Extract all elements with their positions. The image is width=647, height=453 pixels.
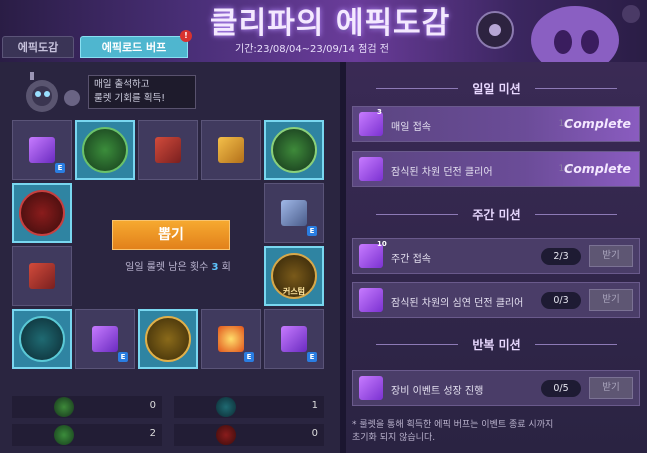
receive-button[interactable]: 받기 [589,289,633,311]
stat-value: 0 [311,428,318,439]
gold-cube-icon [218,137,244,163]
roulette-cell[interactable] [138,120,198,180]
note-line-2: 초기화 되지 않습니다. [352,433,436,443]
roulette-cell[interactable] [264,120,324,180]
purple-crystal-icon [359,157,383,181]
mission-progress: 0/3 [541,292,581,309]
roulette-cell[interactable]: E [75,309,135,369]
roulette-board: E E 커스텀 E E E 뽑기 일일 룰렛 남은 횟수 3 회 [12,120,324,372]
epic-badge: E [307,226,317,236]
mission-name: 장비 이벤트 성장 진행 [391,386,484,397]
green-figure-icon [54,425,74,445]
purple-crystal-icon [92,326,118,352]
tooltip-line-1: 매일 출석하고 [94,79,150,90]
remaining-count-text: 일일 룰렛 남은 횟수 3 회 [98,258,258,273]
purple-crystal-icon [359,376,383,400]
mission-name: 주간 접속 [391,254,431,265]
roulette-cell[interactable] [201,120,261,180]
stat-row: 1 [174,396,324,418]
stat-value: 1 [311,400,318,411]
section-weekly: 주간 미션 [346,206,647,223]
roulette-cell[interactable]: E [201,309,261,369]
draw-button[interactable]: 뽑기 [112,220,230,250]
red-sword-emblem-icon [19,190,65,236]
note-line-1: * 룰렛을 통해 획득한 에픽 버프는 이벤트 종료 시까지 [352,420,554,430]
teal-emblem-icon [216,397,236,417]
gold-compass-emblem-icon [145,316,191,362]
stat-value: 2 [149,428,156,439]
mission-row: 잠식된 차원의 심연 던전 클리어 0/3 받기 [352,282,640,318]
stat-row: 0 [12,396,162,418]
receive-button[interactable]: 받기 [589,377,633,399]
remaining-suffix: 회 [221,262,231,273]
remaining-count: 3 [211,262,219,273]
tab-epic-collection[interactable]: 에픽도감 [2,36,74,58]
roulette-cell[interactable] [12,183,72,243]
receive-button[interactable]: 받기 [589,245,633,267]
mission-name: 잠식된 차원 던전 클리어 [391,167,493,178]
green-chevron-emblem-icon [271,127,317,173]
mission-row: 3 매일 접속 1/1 Complete [352,106,640,142]
section-daily: 일일 미션 [346,80,647,97]
stat-value: 0 [149,400,156,411]
remaining-prefix: 일일 룰렛 남은 횟수 [125,262,209,273]
mission-row: 잠식된 차원 던전 클리어 10/ Complete [352,151,640,187]
event-note: * 룰렛을 통해 획득한 에픽 버프는 이벤트 종료 시까지 초기화 되지 않습… [352,419,642,445]
mission-count: 3 [377,108,382,116]
stat-row: 0 [174,424,324,446]
teal-circle-emblem-icon [19,316,65,362]
event-period: 기간:23/08/04~23/09/14 점검 전 [235,44,389,55]
roulette-cell[interactable]: 커스텀 [264,246,324,306]
green-armor-emblem-icon [82,127,128,173]
section-repeat: 반복 미션 [346,336,647,353]
epic-badge: E [244,352,254,362]
tooltip-line-2: 룰렛 기회를 획득! [94,93,166,104]
roulette-cell[interactable] [75,120,135,180]
mission-name: 잠식된 차원의 심연 던전 클리어 [391,298,524,309]
purple-crystal-icon [359,288,383,312]
mascot-illustration-icon [476,5,640,62]
roulette-cell[interactable]: E [12,120,72,180]
treasure-chest-icon [281,200,307,226]
green-emblem-icon [54,397,74,417]
mission-row: 10 주간 접속 2/3 받기 [352,238,640,274]
complete-status: Complete [564,161,631,176]
mission-count: 10 [377,240,387,248]
notification-badge: ! [180,30,192,42]
red-emblem-icon [216,425,236,445]
roulette-cell[interactable] [12,246,72,306]
epic-badge: E [118,352,128,362]
page-title: 클리파의 에픽도감 [210,6,451,41]
hammer-character-icon [155,137,181,163]
fire-burst-icon [218,326,244,352]
hammer-character-icon [29,263,55,289]
roulette-cell[interactable]: E [264,309,324,369]
roulette-center: 뽑기 일일 룰렛 남은 횟수 3 회 [88,184,260,308]
roulette-cell[interactable]: E [264,183,324,243]
epic-badge: E [55,163,65,173]
purple-crystal-icon [29,137,55,163]
mission-progress: 2/3 [541,248,581,265]
custom-emblem-label: 커스텀 [282,287,306,296]
complete-status: Complete [564,116,631,131]
epic-badge: E [307,352,317,362]
roulette-cell[interactable] [138,309,198,369]
tab-epic-road-buff[interactable]: 에픽로드 버프 [80,36,188,58]
mission-panel: 일일 미션 3 매일 접속 1/1 Complete 잠식된 차원 던전 클리어… [346,62,647,453]
mission-progress: 0/5 [541,380,581,397]
stat-row: 2 [12,424,162,446]
purple-crystal-icon [281,326,307,352]
buff-stats: 0 1 2 0 [12,390,332,453]
attendance-tooltip: 매일 출석하고 룰렛 기회를 획득! [88,75,196,109]
roulette-cell[interactable] [12,309,72,369]
robot-mascot-icon [26,72,80,112]
mission-row: 장비 이벤트 성장 진행 0/5 받기 [352,370,640,406]
mission-name: 매일 접속 [391,122,431,133]
